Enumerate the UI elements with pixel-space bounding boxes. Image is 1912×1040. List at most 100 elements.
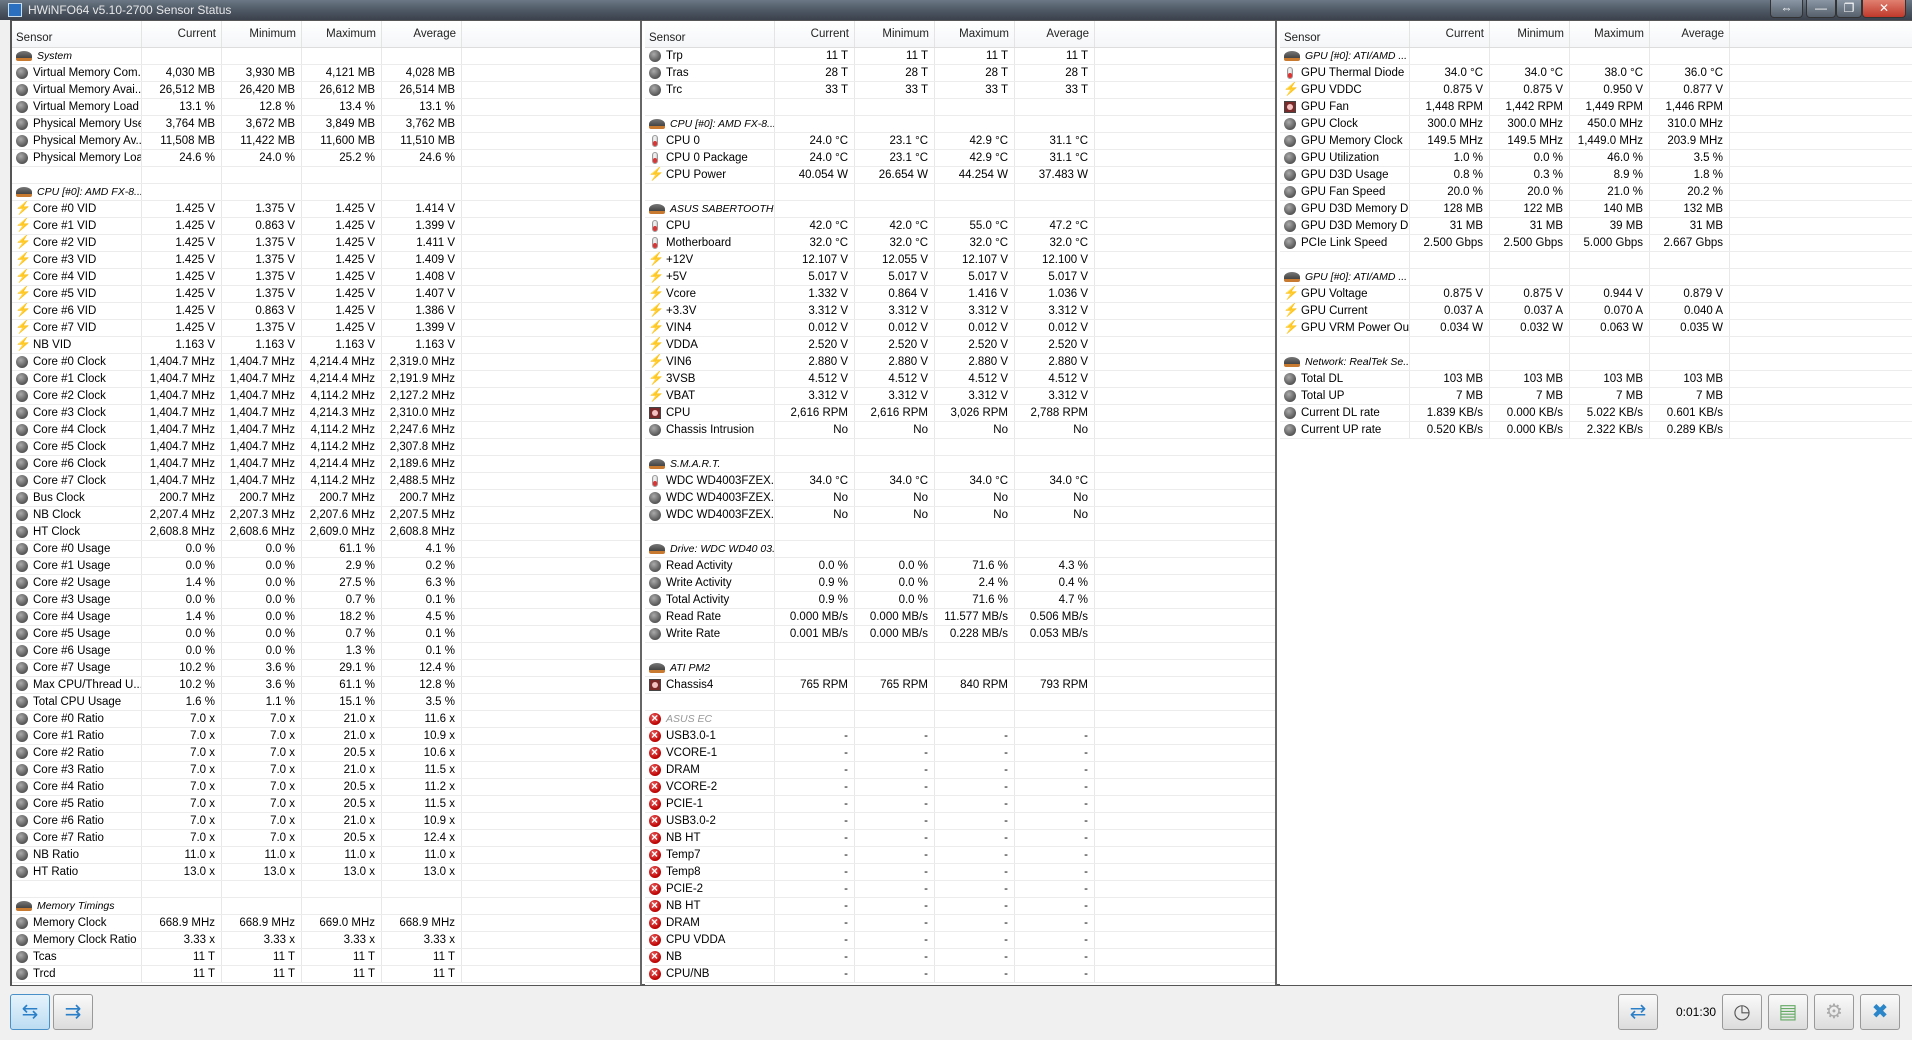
- sensor-row[interactable]: +3.3V3.312 V3.312 V3.312 V3.312 V: [645, 303, 1275, 320]
- sensor-row[interactable]: CPU Power 40.054 W26.654 W44.254 W37.483 …: [645, 167, 1275, 184]
- sensor-row[interactable]: Core #0 Clock 1,404.7 MHz 1,404.7 MHz 4,214…: [12, 354, 640, 371]
- sensor-row[interactable]: NB Ratio 11.0 x 11.0 x 11.0 x 11.0 x: [12, 847, 640, 864]
- column-header-minimum[interactable]: Minimum: [855, 21, 935, 47]
- sensor-row[interactable]: Physical Memory Used 3,764 MB 3,672 MB 3,84…: [12, 116, 640, 133]
- sensor-row[interactable]: Motherboard 32.0 °C 32.0 °C 32.0 °C 32.0 °C: [645, 235, 1275, 252]
- sensor-row[interactable]: Core #6 VID1.425 V0.863 V1.425 V1.386 V: [12, 303, 640, 320]
- close-window-button[interactable]: ✕: [1862, 0, 1906, 18]
- collapse-all-button[interactable]: ⇉: [53, 994, 93, 1030]
- sensor-row[interactable]: Core #6 Ratio 7.0 x 7.0 x 21.0 x 10.9 x: [12, 813, 640, 830]
- sensor-row[interactable]: WDC WD4003FZEX... No No No No: [645, 507, 1275, 524]
- network-button[interactable]: ⇄: [1618, 994, 1658, 1030]
- sensor-row[interactable]: USB3.0-1----: [645, 728, 1275, 745]
- sensor-row[interactable]: Core #1 Ratio 7.0 x 7.0 x 21.0 x 10.9 x: [12, 728, 640, 745]
- column-header-minimum[interactable]: Minimum: [222, 21, 302, 47]
- column-header-average[interactable]: Average: [1015, 21, 1095, 47]
- sensor-row[interactable]: HT Ratio 13.0 x 13.0 x 13.0 x 13.0 x: [12, 864, 640, 881]
- sensor-row[interactable]: Tras 28 T 28 T 28 T 28 T: [645, 65, 1275, 82]
- column-header-maximum[interactable]: Maximum: [1570, 21, 1650, 47]
- sensor-row[interactable]: Vcore 1.332 V0.864 V1.416 V1.036 V: [645, 286, 1275, 303]
- sensor-row[interactable]: GPU Utilization 1.0 % 0.0 % 46.0 % 3.5 %: [1280, 150, 1912, 167]
- sensor-row[interactable]: GPU Fan 1,448 RPM 1,442 RPM 1,449 RPM 1,446 …: [1280, 99, 1912, 116]
- sensor-row[interactable]: PCIE-2----: [645, 881, 1275, 898]
- sensor-row[interactable]: Core #1 Usage 0.0 % 0.0 % 2.9 % 0.2 %: [12, 558, 640, 575]
- sensor-row[interactable]: NB----: [645, 949, 1275, 966]
- sensor-row[interactable]: VCORE-1----: [645, 745, 1275, 762]
- sensor-row[interactable]: +12V12.107 V12.055 V12.107 V12.100 V: [645, 252, 1275, 269]
- sensor-row[interactable]: Physical Memory Load 24.6 % 24.0 % 25.2 % 24…: [12, 150, 640, 167]
- sensor-row[interactable]: NB HT----: [645, 898, 1275, 915]
- sensor-group-header[interactable]: Network: RealTek Se...: [1280, 354, 1912, 371]
- sensor-row[interactable]: NB Clock 2,207.4 MHz 2,207.3 MHz 2,207.6 MH…: [12, 507, 640, 524]
- sensor-row[interactable]: GPU Thermal Diode 34.0 °C 34.0 °C 38.0 °C 36…: [1280, 65, 1912, 82]
- sensor-row[interactable]: Read Activity 0.0 % 0.0 % 71.6 % 4.3 %: [645, 558, 1275, 575]
- sensor-row[interactable]: NB VID1.163 V1.163 V1.163 V1.163 V: [12, 337, 640, 354]
- sensor-row[interactable]: Core #5 Clock 1,404.7 MHz 1,404.7 MHz 4,114…: [12, 439, 640, 456]
- sensor-row[interactable]: +5V5.017 V5.017 V5.017 V5.017 V: [645, 269, 1275, 286]
- sensor-row[interactable]: GPU D3D Usage 0.8 % 0.3 % 8.9 % 1.8 %: [1280, 167, 1912, 184]
- sensor-group-header[interactable]: System: [12, 48, 640, 65]
- column-header-current[interactable]: Current: [775, 21, 855, 47]
- sensor-row[interactable]: Core #2 Usage 1.4 % 0.0 % 27.5 % 6.3 %: [12, 575, 640, 592]
- sensor-row[interactable]: NB HT----: [645, 830, 1275, 847]
- sensor-row[interactable]: Trp 11 T 11 T 11 T 11 T: [645, 48, 1275, 65]
- sensor-row[interactable]: HT Clock 2,608.8 MHz 2,608.6 MHz 2,609.0 MH…: [12, 524, 640, 541]
- sensor-row[interactable]: PCIE-1----: [645, 796, 1275, 813]
- sensor-row[interactable]: Core #6 Clock 1,404.7 MHz 1,404.7 MHz 4,214…: [12, 456, 640, 473]
- sensor-row[interactable]: 3VSB4.512 V4.512 V4.512 V4.512 V: [645, 371, 1275, 388]
- sensor-row[interactable]: CPU 0 Package 24.0 °C 23.1 °C 42.9 °C 31.1 °…: [645, 150, 1275, 167]
- sensor-row[interactable]: GPU VRM Power Ou...0.034 W0.032 W0.063 W…: [1280, 320, 1912, 337]
- sensor-row[interactable]: Max CPU/Thread U... 10.2 % 3.6 % 61.1 % 12.8…: [12, 677, 640, 694]
- sensor-row[interactable]: WDC WD4003FZEX... 34.0 °C 34.0 °C 34.0 °C 34…: [645, 473, 1275, 490]
- sensor-row[interactable]: Chassis4 765 RPM 765 RPM 840 RPM 793 RPM: [645, 677, 1275, 694]
- sensor-row[interactable]: GPU VDDC0.875 V0.875 V0.950 V0.877 V: [1280, 82, 1912, 99]
- sensor-group-header[interactable]: CPU [#0]: AMD FX-8...: [645, 116, 1275, 133]
- sensor-row[interactable]: Core #1 Clock 1,404.7 MHz 1,404.7 MHz 4,214…: [12, 371, 640, 388]
- sensor-group-header[interactable]: Drive: WDC WD40 03...: [645, 541, 1275, 558]
- sensor-group-header[interactable]: ASUS EC: [645, 711, 1275, 728]
- sensor-row[interactable]: CPU/NB----: [645, 966, 1275, 983]
- column-header-minimum[interactable]: Minimum: [1490, 21, 1570, 47]
- sensor-row[interactable]: GPU D3D Memory D... 31 MB 31 MB 39 MB 31 MB: [1280, 218, 1912, 235]
- sensor-row[interactable]: GPU D3D Memory D... 128 MB 122 MB 140 MB 132…: [1280, 201, 1912, 218]
- sensor-row[interactable]: VDDA2.520 V2.520 V2.520 V2.520 V: [645, 337, 1275, 354]
- sensor-row[interactable]: Core #2 VID1.425 V1.375 V1.425 V1.411 V: [12, 235, 640, 252]
- sensor-row[interactable]: Core #4 Usage 1.4 % 0.0 % 18.2 % 4.5 %: [12, 609, 640, 626]
- sensor-row[interactable]: WDC WD4003FZEX... No No No No: [645, 490, 1275, 507]
- resize-button[interactable]: ⇔: [1770, 0, 1803, 18]
- sensor-row[interactable]: Memory Clock 668.9 MHz 668.9 MHz 669.0 MHz 6…: [12, 915, 640, 932]
- sensor-row[interactable]: Virtual Memory Avai... 26,512 MB 26,420 MB…: [12, 82, 640, 99]
- sensor-row[interactable]: Total CPU Usage 1.6 % 1.1 % 15.1 % 3.5 %: [12, 694, 640, 711]
- column-header-sensor[interactable]: Sensor: [12, 21, 142, 47]
- sensor-row[interactable]: CPU 42.0 °C 42.0 °C 55.0 °C 47.2 °C: [645, 218, 1275, 235]
- sensor-row[interactable]: Current DL rate 1.839 KB/s 0.000 KB/s 5.022…: [1280, 405, 1912, 422]
- sensor-row[interactable]: Chassis Intrusion No No No No: [645, 422, 1275, 439]
- sensor-row[interactable]: PCIe Link Speed 2.500 Gbps 2.500 Gbps 5.000…: [1280, 235, 1912, 252]
- sensor-row[interactable]: GPU Clock 300.0 MHz 300.0 MHz 450.0 MHz 310.…: [1280, 116, 1912, 133]
- sensor-row[interactable]: Core #3 Usage 0.0 % 0.0 % 0.7 % 0.1 %: [12, 592, 640, 609]
- sensor-row[interactable]: Core #5 VID1.425 V1.375 V1.425 V1.407 V: [12, 286, 640, 303]
- column-header-average[interactable]: Average: [382, 21, 462, 47]
- sensor-panel-2[interactable]: Sensor Current Minimum Maximum Average Trp 11 …: [645, 21, 1277, 985]
- maximize-button[interactable]: ❐: [1836, 0, 1862, 18]
- sensor-row[interactable]: Total DL 103 MB 103 MB 103 MB 103 MB: [1280, 371, 1912, 388]
- sensor-row[interactable]: VCORE-2----: [645, 779, 1275, 796]
- sensor-row[interactable]: Core #4 Clock 1,404.7 MHz 1,404.7 MHz 4,114…: [12, 422, 640, 439]
- sensor-row[interactable]: Core #0 VID1.425 V1.375 V1.425 V1.414 V: [12, 201, 640, 218]
- column-header-maximum[interactable]: Maximum: [935, 21, 1015, 47]
- sensor-row[interactable]: Core #5 Usage 0.0 % 0.0 % 0.7 % 0.1 %: [12, 626, 640, 643]
- sensor-group-header[interactable]: ASUS SABERTOOTH ...: [645, 201, 1275, 218]
- sensor-row[interactable]: Core #4 Ratio 7.0 x 7.0 x 20.5 x 11.2 x: [12, 779, 640, 796]
- sensor-row[interactable]: Core #2 Ratio 7.0 x 7.0 x 20.5 x 10.6 x: [12, 745, 640, 762]
- sensor-group-header[interactable]: ATI PM2: [645, 660, 1275, 677]
- sensor-row[interactable]: Write Activity 0.9 % 0.0 % 2.4 % 0.4 %: [645, 575, 1275, 592]
- sensor-row[interactable]: Total UP 7 MB 7 MB 7 MB 7 MB: [1280, 388, 1912, 405]
- sensor-row[interactable]: Total Activity 0.9 % 0.0 % 71.6 % 4.7 %: [645, 592, 1275, 609]
- sensor-row[interactable]: GPU Fan Speed 20.0 % 20.0 % 21.0 % 20.2 %: [1280, 184, 1912, 201]
- column-header-sensor[interactable]: Sensor: [1280, 21, 1410, 47]
- sensor-row[interactable]: Core #7 VID1.425 V1.375 V1.425 V1.399 V: [12, 320, 640, 337]
- sensor-row[interactable]: Temp7----: [645, 847, 1275, 864]
- sensor-group-header[interactable]: GPU [#0]: ATI/AMD ...: [1280, 48, 1912, 65]
- sensor-row[interactable]: Core #5 Ratio 7.0 x 7.0 x 20.5 x 11.5 x: [12, 796, 640, 813]
- sensor-row[interactable]: VIN40.012 V0.012 V0.012 V0.012 V: [645, 320, 1275, 337]
